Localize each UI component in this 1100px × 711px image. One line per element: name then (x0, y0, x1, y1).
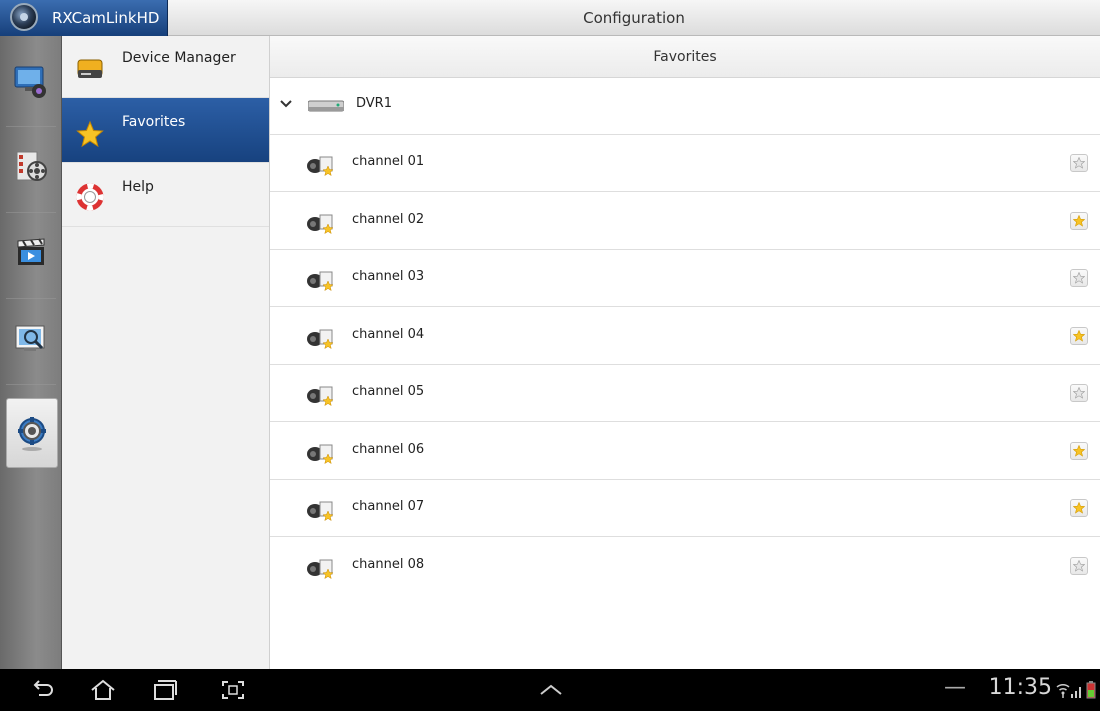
camera-channel-icon (307, 386, 334, 406)
app-name: RXCamLinkHD (52, 9, 160, 27)
device-name: DVR1 (356, 96, 392, 111)
dvr-device-icon (308, 100, 344, 112)
channel-row[interactable]: channel 07 (270, 480, 1100, 537)
channel-label: channel 04 (352, 326, 425, 342)
favorites-panel: Favorites DVR1 channel 01 channel 02 chann… (270, 36, 1100, 669)
star-outline-icon (1073, 157, 1085, 169)
rail-video[interactable] (8, 230, 54, 276)
star-filled-icon (1073, 214, 1085, 227)
channel-row[interactable]: channel 03 (270, 250, 1100, 307)
back-button[interactable] (28, 677, 58, 703)
menu-item-device-manager[interactable]: Device Manager (62, 36, 269, 98)
recent-apps-icon (154, 680, 177, 700)
camera-channel-icon (307, 214, 334, 234)
star-filled-icon (1073, 502, 1085, 514)
menu-label: Favorites (122, 114, 186, 130)
app-tab[interactable]: RXCamLinkHD (0, 0, 168, 36)
favorite-toggle-button[interactable] (1070, 211, 1088, 230)
channel-row[interactable]: channel 04 (270, 308, 1100, 365)
star-filled-icon (1073, 444, 1085, 457)
channel-label: channel 08 (352, 556, 425, 572)
channel-row[interactable]: channel 05 (270, 365, 1100, 422)
rail-playback[interactable] (8, 144, 54, 190)
wifi-icon (1056, 683, 1070, 698)
home-button[interactable] (88, 677, 118, 703)
rail-search[interactable] (8, 316, 54, 362)
menu-item-favorites[interactable]: Favorites (62, 98, 269, 163)
channel-label: channel 07 (352, 499, 425, 514)
camera-channel-icon (307, 444, 334, 464)
title-bar: RXCamLinkHD Configuration (0, 0, 1100, 36)
star-outline-icon (1073, 559, 1085, 572)
channel-label: channel 03 (352, 269, 425, 284)
star-icon (76, 120, 104, 148)
channel-row[interactable]: channel 02 (270, 193, 1100, 250)
rail-configuration[interactable] (6, 398, 58, 468)
chevron-up-icon (540, 684, 562, 695)
star-outline-icon (1073, 272, 1085, 284)
module-rail (0, 36, 62, 669)
favorite-toggle-button[interactable] (1070, 384, 1088, 402)
channel-row[interactable]: channel 01 (270, 135, 1100, 192)
app-logo-icon (10, 3, 38, 31)
favorite-toggle-button[interactable] (1070, 556, 1088, 575)
favorite-toggle-button[interactable] (1070, 154, 1088, 172)
menu-label: Device Manager (122, 50, 236, 66)
magnifier-screen-icon (15, 325, 45, 351)
system-nav-bar: — 11:35 (0, 669, 1100, 711)
camera-channel-icon (307, 329, 334, 349)
drive-icon (77, 59, 103, 78)
channel-label: channel 05 (352, 384, 425, 399)
favorite-toggle-button[interactable] (1070, 326, 1088, 345)
page-title: Configuration (583, 9, 685, 27)
signal-icon (1071, 687, 1081, 698)
channel-label: channel 06 (352, 441, 425, 457)
channel-label: channel 02 (352, 211, 425, 227)
favorite-toggle-button[interactable] (1070, 499, 1088, 517)
app-drawer-button[interactable] (536, 677, 566, 703)
favorite-toggle-button[interactable] (1070, 441, 1088, 460)
home-icon (91, 679, 115, 700)
menu-label: Help (122, 179, 154, 195)
recent-apps-button[interactable] (150, 677, 180, 703)
favorite-toggle-button[interactable] (1070, 269, 1088, 287)
camera-channel-icon (307, 156, 334, 176)
menu-item-help[interactable]: Help (62, 163, 269, 227)
camera-channel-icon (307, 271, 334, 291)
screenshot-button[interactable] (218, 677, 248, 703)
status-separator: — (944, 675, 966, 700)
rail-live-view[interactable] (8, 58, 54, 104)
star-filled-icon (1073, 329, 1085, 342)
settings-gear-icon (18, 417, 46, 451)
camera-channel-icon (307, 559, 334, 579)
back-icon (33, 680, 53, 696)
channel-row[interactable]: channel 08 (270, 538, 1100, 595)
device-row[interactable]: DVR1 (270, 78, 1100, 135)
screen-capture-icon (222, 681, 244, 699)
channel-label: channel 01 (352, 154, 425, 169)
channel-row[interactable]: channel 06 (270, 423, 1100, 480)
panel-header: Favorites (270, 36, 1100, 78)
clapperboard-icon (17, 238, 45, 265)
chevron-down-icon[interactable] (278, 96, 294, 112)
film-reel-icon (16, 151, 47, 181)
star-outline-icon (1073, 387, 1085, 399)
camera-channel-icon (307, 501, 334, 521)
clock: 11:35 (988, 675, 1052, 700)
settings-menu: Device Manager Favorites Help (62, 36, 270, 669)
monitor-camera-icon (14, 66, 46, 98)
lifebuoy-icon (76, 183, 104, 211)
battery-icon (1086, 681, 1096, 699)
